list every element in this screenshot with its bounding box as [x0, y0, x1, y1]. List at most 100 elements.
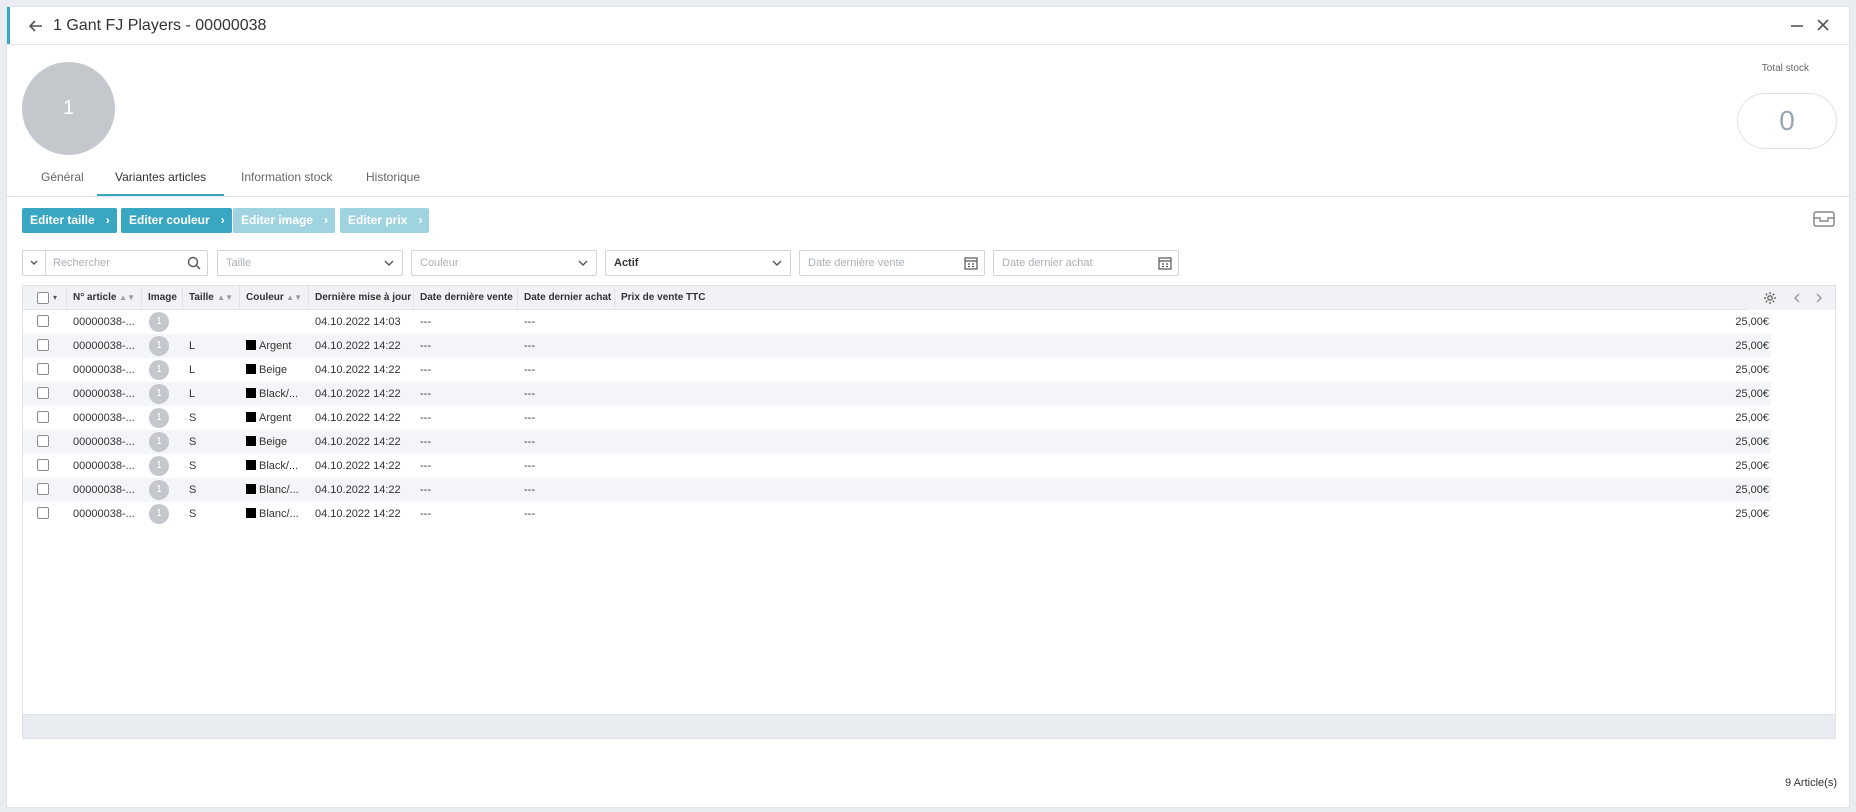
- column-header-article[interactable]: N° article ▲▼: [67, 286, 142, 310]
- edit-price-button[interactable]: Editer prix ›: [340, 208, 430, 233]
- thumbnail: 1: [149, 504, 169, 524]
- row-checkbox[interactable]: [37, 507, 49, 519]
- cell-last-sale: ---: [420, 364, 431, 376]
- thumbnail: 1: [149, 456, 169, 476]
- last-sale-date-field[interactable]: Date dernière vente: [799, 250, 985, 276]
- row-checkbox[interactable]: [37, 339, 49, 351]
- row-checkbox[interactable]: [37, 387, 49, 399]
- select-all-header: ▾: [23, 286, 67, 310]
- cell-price: 25,00€: [1735, 460, 1769, 472]
- total-stock-label: Total stock: [1761, 63, 1809, 74]
- last-purchase-date-placeholder: Date dernier achat: [1002, 257, 1093, 269]
- size-select[interactable]: Taille: [217, 250, 403, 276]
- archive-icon[interactable]: [1813, 210, 1835, 228]
- back-arrow-icon[interactable]: [27, 17, 45, 35]
- row-checkbox[interactable]: [37, 483, 49, 495]
- cell-color-label: Black/...: [259, 460, 299, 472]
- table-row[interactable]: 00000038-... 1 S Beige 04.10.2022 14:22 …: [23, 430, 1771, 454]
- table-row[interactable]: 00000038-... 1 S Black/... 04.10.2022 14…: [23, 454, 1771, 478]
- article-count: 9 Article(s): [1785, 777, 1837, 789]
- chevron-right-icon: ›: [105, 213, 110, 227]
- column-header-updated[interactable]: Dernière mise à jour: [309, 286, 414, 310]
- status-select[interactable]: Actif: [605, 250, 791, 276]
- table-row[interactable]: 00000038-... 1 04.10.2022 14:03 --- --- …: [23, 310, 1771, 334]
- chevron-down-icon[interactable]: [29, 258, 39, 268]
- chevron-right-icon[interactable]: [1813, 292, 1825, 304]
- edit-color-label: Editer couleur: [129, 213, 210, 227]
- row-checkbox[interactable]: [37, 459, 49, 471]
- cell-size: S: [189, 412, 197, 424]
- cell-last-sale: ---: [420, 316, 431, 328]
- edit-image-label: Editer image: [241, 213, 314, 227]
- minimize-icon[interactable]: [1789, 18, 1805, 34]
- search-input[interactable]: Rechercher: [53, 257, 110, 269]
- last-purchase-date-field[interactable]: Date dernier achat: [993, 250, 1179, 276]
- cell-last-purchase: ---: [524, 340, 535, 352]
- cell-price: 25,00€: [1735, 316, 1769, 328]
- cell-last-purchase: ---: [524, 364, 535, 376]
- row-checkbox[interactable]: [37, 411, 49, 423]
- table-row[interactable]: 00000038-... 1 L Argent 04.10.2022 14:22…: [23, 334, 1771, 358]
- cell-last-purchase: ---: [524, 316, 535, 328]
- tab-variants[interactable]: Variantes articles: [97, 170, 225, 196]
- chevron-left-icon[interactable]: [1791, 292, 1803, 304]
- cell-size: L: [189, 340, 196, 352]
- cell-color-label: Beige: [259, 436, 288, 448]
- table-row[interactable]: 00000038-... 1 L Black/... 04.10.2022 14…: [23, 382, 1771, 406]
- close-icon[interactable]: [1815, 17, 1831, 33]
- search-icon[interactable]: [187, 256, 201, 270]
- edit-color-button[interactable]: Editer couleur ›: [121, 208, 232, 233]
- calendar-icon[interactable]: [964, 256, 978, 270]
- cell-updated: 04.10.2022 14:22: [315, 388, 401, 400]
- variant-window: 1 Gant FJ Players - 00000038 1 Total sto…: [6, 6, 1850, 808]
- edit-image-button[interactable]: Editer image ›: [233, 208, 336, 233]
- color-swatch: [246, 460, 256, 470]
- sort-icon[interactable]: ▲▼: [286, 286, 302, 309]
- size-select-placeholder: Taille: [226, 257, 252, 269]
- thumbnail: 1: [149, 480, 169, 500]
- row-checkbox[interactable]: [37, 315, 49, 327]
- cell-color-label: Blanc/...: [259, 484, 299, 496]
- edit-size-button[interactable]: Editer taille ›: [22, 208, 117, 233]
- column-header-last-sale[interactable]: Date dernière vente: [414, 286, 518, 310]
- tab-history[interactable]: Historique: [366, 170, 420, 194]
- column-header-image-label: Image: [148, 292, 177, 303]
- cell-color-label: Blanc/...: [259, 508, 299, 520]
- tab-general[interactable]: Général: [41, 170, 84, 194]
- cell-color: Beige: [246, 364, 287, 376]
- tab-bar: Général Variantes articles Information s…: [7, 165, 1849, 197]
- select-all-checkbox[interactable]: [37, 292, 49, 304]
- calendar-icon[interactable]: [1158, 256, 1172, 270]
- table-row[interactable]: 00000038-... 1 L Beige 04.10.2022 14:22 …: [23, 358, 1771, 382]
- sort-icon[interactable]: ▲▼: [119, 286, 135, 309]
- cell-last-purchase: ---: [524, 412, 535, 424]
- chevron-right-icon: ›: [220, 213, 225, 227]
- column-header-last-purchase[interactable]: Date dernier achat: [518, 286, 615, 310]
- column-header-size[interactable]: Taille ▲▼: [183, 286, 240, 310]
- cell-updated: 04.10.2022 14:22: [315, 364, 401, 376]
- thumbnail: 1: [149, 432, 169, 452]
- cell-price: 25,00€: [1735, 388, 1769, 400]
- cell-last-purchase: ---: [524, 436, 535, 448]
- cell-article: 00000038-...: [73, 484, 135, 496]
- color-select[interactable]: Couleur: [411, 250, 597, 276]
- table-row[interactable]: 00000038-... 1 S Blanc/... 04.10.2022 14…: [23, 502, 1771, 526]
- edit-price-label: Editer prix: [348, 213, 408, 227]
- cell-article: 00000038-...: [73, 340, 135, 352]
- sort-icon[interactable]: ▲▼: [217, 286, 233, 309]
- gear-icon[interactable]: [1763, 291, 1777, 305]
- cell-size: S: [189, 484, 197, 496]
- caret-down-icon[interactable]: ▾: [53, 286, 57, 309]
- cell-updated: 04.10.2022 14:22: [315, 340, 401, 352]
- row-checkbox[interactable]: [37, 363, 49, 375]
- column-header-image[interactable]: Image: [142, 286, 183, 310]
- table-row[interactable]: 00000038-... 1 S Blanc/... 04.10.2022 14…: [23, 478, 1771, 502]
- column-header-updated-label: Dernière mise à jour: [315, 292, 412, 303]
- cell-last-purchase: ---: [524, 460, 535, 472]
- row-checkbox[interactable]: [37, 435, 49, 447]
- tab-stock-info[interactable]: Information stock: [241, 170, 332, 194]
- search-field[interactable]: Rechercher: [22, 250, 208, 276]
- table-row[interactable]: 00000038-... 1 S Argent 04.10.2022 14:22…: [23, 406, 1771, 430]
- column-header-color[interactable]: Couleur ▲▼: [240, 286, 309, 310]
- column-header-price[interactable]: Prix de vente TTC: [615, 286, 1771, 310]
